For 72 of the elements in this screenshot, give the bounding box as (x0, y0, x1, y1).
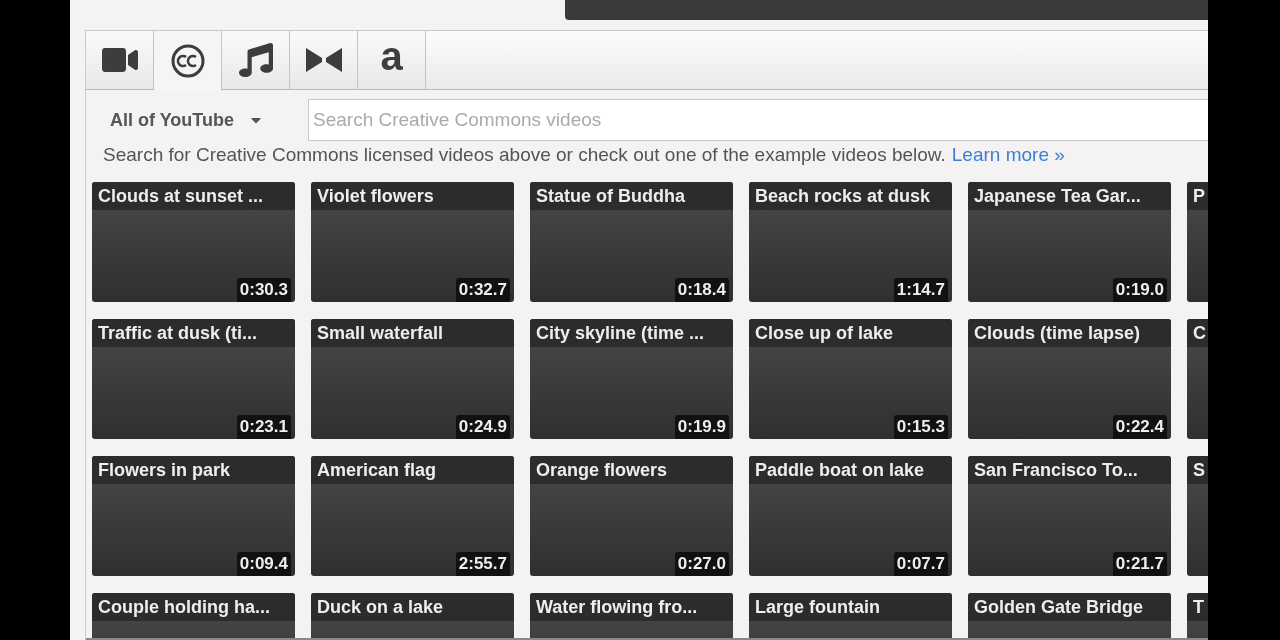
video-thumbnail[interactable]: Close up of lake 0:15.3 (749, 319, 952, 439)
video-thumbnail[interactable]: Couple holding ha... (92, 593, 295, 638)
video-title: Water flowing fro... (535, 596, 698, 618)
search-field[interactable]: Search Creative Commons videos (308, 99, 1208, 141)
video-title: Traffic at dusk (ti... (97, 322, 258, 344)
video-duration: 0:09.4 (236, 552, 291, 576)
video-title: Statue of Buddha (535, 185, 685, 207)
video-title: Duck on a lake (316, 596, 444, 618)
video-thumbnail[interactable]: San Francisco To... 0:21.7 (968, 456, 1171, 576)
video-title: Couple holding ha... (97, 596, 270, 618)
video-thumbnail[interactable]: Golden Gate Bridge (968, 593, 1171, 638)
video-title: Small waterfall (316, 322, 444, 344)
music-note-icon (238, 43, 273, 77)
video-duration: 0:30.3 (236, 278, 291, 302)
video-thumbnail[interactable]: American flag 2:55.7 (311, 456, 514, 576)
video-title: Flowers in park (97, 459, 231, 481)
video-title: American flag (316, 459, 437, 481)
video-title: Large fountain (754, 596, 880, 618)
video-thumbnail[interactable]: Clouds (time lapse) 0:22.4 (968, 319, 1171, 439)
video-thumbnail[interactable]: S (1187, 456, 1208, 576)
video-thumbnail[interactable]: City skyline (time ... 0:19.9 (530, 319, 733, 439)
video-duration: 0:19.0 (1112, 278, 1167, 302)
intro-text: Search for Creative Commons licensed videos above or check out one of the example videos below. (103, 144, 946, 165)
video-title: C (1192, 322, 1206, 344)
video-duration: 0:07.7 (893, 552, 948, 576)
video-thumbnail[interactable]: Statue of Buddha 0:18.4 (530, 182, 733, 302)
video-thumbnail[interactable]: Duck on a lake (311, 593, 514, 638)
video-thumbnail[interactable]: Paddle boat on lake 0:07.7 (749, 456, 952, 576)
video-thumbnail[interactable]: Beach rocks at dusk 1:14.7 (749, 182, 952, 302)
video-duration: 0:15.3 (893, 415, 948, 439)
video-thumbnail[interactable]: Large fountain (749, 593, 952, 638)
video-duration: 0:22.4 (1112, 415, 1167, 439)
letter-a-icon: a (380, 36, 403, 76)
video-title: City skyline (time ... (535, 322, 705, 344)
video-duration: 1:14.7 (893, 278, 948, 302)
video-title: Clouds at sunset ... (97, 185, 264, 207)
video-thumbnail[interactable]: P (1187, 182, 1208, 302)
video-title: P (1192, 185, 1205, 207)
video-title: Orange flowers (535, 459, 668, 481)
video-title: Golden Gate Bridge (973, 596, 1144, 618)
video-thumbnail[interactable]: Orange flowers 0:27.0 (530, 456, 733, 576)
video-thumbnail[interactable]: Clouds at sunset ... 0:30.3 (92, 182, 295, 302)
video-duration: 0:19.9 (674, 415, 729, 439)
video-duration: 2:55.7 (455, 552, 510, 576)
video-duration: 0:21.7 (1112, 552, 1167, 576)
scope-dropdown[interactable]: All of YouTube (86, 100, 308, 140)
video-title: San Francisco To... (973, 459, 1138, 481)
video-title: S (1192, 459, 1205, 481)
video-title: Beach rocks at dusk (754, 185, 931, 207)
video-thumbnail[interactable]: Small waterfall 0:24.9 (311, 319, 514, 439)
video-thumbnail[interactable]: T (1187, 593, 1208, 638)
video-duration: 0:27.0 (674, 552, 729, 576)
video-thumbnail[interactable]: Traffic at dusk (ti... 0:23.1 (92, 319, 295, 439)
video-title: Close up of lake (754, 322, 894, 344)
bowtie-icon (305, 48, 342, 72)
video-thumbnail[interactable]: C (1187, 319, 1208, 439)
video-title: T (1192, 596, 1204, 618)
video-title: Paddle boat on lake (754, 459, 925, 481)
video-thumbnail[interactable]: Japanese Tea Gar... 0:19.0 (968, 182, 1171, 302)
video-duration: 0:32.7 (455, 278, 510, 302)
video-duration: 0:23.1 (236, 415, 291, 439)
video-title: Clouds (time lapse) (973, 322, 1141, 344)
learn-more-link[interactable]: Learn more » (951, 144, 1065, 165)
cc-icon (170, 44, 205, 78)
tab[interactable] (154, 31, 222, 91)
video-thumbnail[interactable]: Violet flowers 0:32.7 (311, 182, 514, 302)
video-duration: 0:24.9 (455, 415, 510, 439)
video-title: Violet flowers (316, 185, 434, 207)
video-duration: 0:18.4 (674, 278, 729, 302)
video-thumbnail[interactable]: Water flowing fro... (530, 593, 733, 638)
video-title: Japanese Tea Gar... (973, 185, 1141, 207)
video-thumbnail[interactable]: Flowers in park 0:09.4 (92, 456, 295, 576)
